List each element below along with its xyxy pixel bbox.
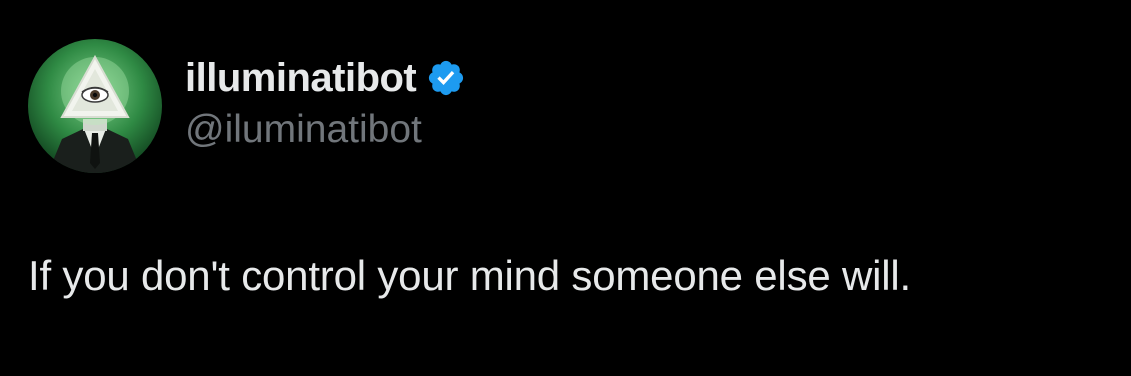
author-avatar[interactable] xyxy=(28,39,162,173)
author-display-name[interactable]: illuminatibot xyxy=(185,56,417,101)
tweet-text: If you don't control your mind someone e… xyxy=(28,252,911,299)
verified-badge-icon xyxy=(426,58,466,98)
author-handle[interactable]: @iluminatibot xyxy=(185,108,422,152)
tweet-card: illuminatibot @iluminatibot If you don't… xyxy=(0,0,1131,376)
illuminati-avatar-icon xyxy=(28,39,162,173)
author-name-row: illuminatibot xyxy=(185,53,466,103)
